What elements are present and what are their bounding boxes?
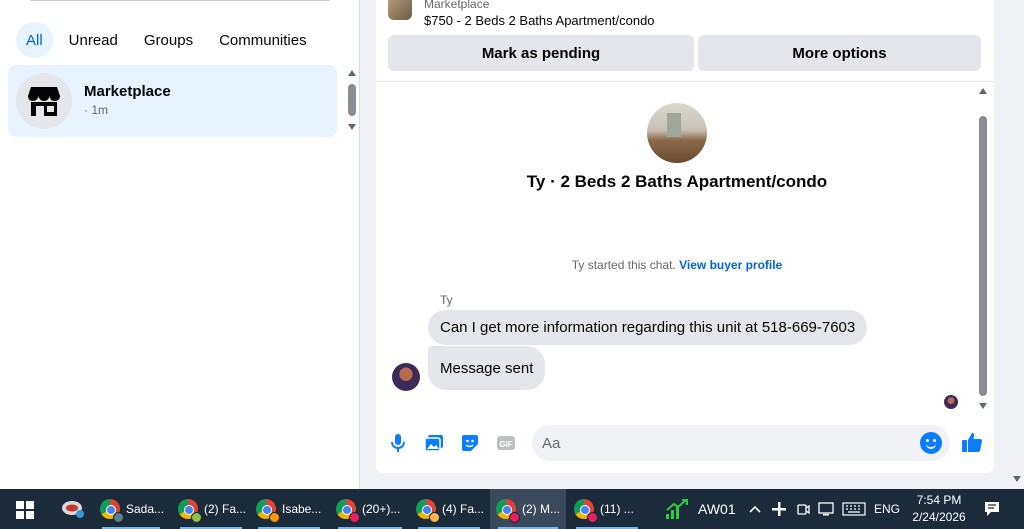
pinned-app-icon[interactable] xyxy=(54,489,92,529)
divider xyxy=(376,81,994,82)
sticker-icon[interactable] xyxy=(459,432,481,454)
taskbar-label: (4) Fa... xyxy=(442,502,485,516)
scroll-up-icon[interactable] xyxy=(979,88,987,94)
scroll-thumb[interactable] xyxy=(348,84,356,116)
taskbar-item-chrome[interactable]: Sada... xyxy=(94,489,168,529)
thread-name: Marketplace xyxy=(84,83,171,100)
conversation-list-panel: All Unread Groups Communities Marketplac… xyxy=(0,0,360,489)
messenger-app: All Unread Groups Communities Marketplac… xyxy=(0,0,1024,489)
listing-photo xyxy=(647,103,707,163)
gif-icon[interactable]: GIF xyxy=(495,432,517,454)
notifications-icon[interactable] xyxy=(980,489,1004,529)
chrome-icon xyxy=(416,499,440,523)
svg-text:GIF: GIF xyxy=(499,440,512,449)
chrome-icon xyxy=(336,499,360,523)
filter-all[interactable]: All xyxy=(16,22,53,58)
scroll-thumb[interactable] xyxy=(979,116,987,396)
clock-date: 2/24/2026 xyxy=(912,510,966,524)
chrome-icon xyxy=(100,499,124,523)
taskbar-item-chrome-active[interactable]: (2) M... xyxy=(490,489,566,529)
view-buyer-profile-link[interactable]: View buyer profile xyxy=(679,258,782,272)
chevron-up-icon[interactable] xyxy=(746,489,764,529)
taskbar-item-chrome[interactable]: (11) ... xyxy=(568,489,646,529)
page-scroll-down-icon[interactable] xyxy=(1013,476,1021,482)
scroll-down-icon[interactable] xyxy=(979,403,987,409)
listing-source: Marketplace xyxy=(424,0,490,11)
divider xyxy=(30,0,330,1)
chrome-icon xyxy=(496,499,520,523)
windows-start-icon[interactable] xyxy=(8,497,42,523)
scroll-down-icon[interactable] xyxy=(348,124,356,130)
taskbar-label: Isabe... xyxy=(282,502,322,516)
chat-title: Ty · 2 Beds 2 Baths Apartment/condo xyxy=(526,172,828,191)
language-indicator[interactable]: ENG xyxy=(872,489,902,529)
filter-unread[interactable]: Unread xyxy=(59,22,128,58)
taskbar-label: Sada... xyxy=(126,502,165,516)
store-icon xyxy=(16,73,72,129)
message-bubble[interactable]: Can I get more information regarding thi… xyxy=(428,310,868,345)
taskbar-item-aw01[interactable]: AW01 xyxy=(658,489,738,529)
thread-marketplace[interactable]: Marketplace · 1m xyxy=(8,65,337,137)
taskbar-item-chrome[interactable]: Isabe... xyxy=(250,489,328,529)
more-options-button[interactable]: More options xyxy=(698,35,981,71)
image-icon[interactable] xyxy=(423,432,445,454)
filter-communities[interactable]: Communities xyxy=(209,22,317,58)
taskbar-label: (20+)... xyxy=(362,502,401,516)
message-input[interactable] xyxy=(542,425,902,461)
listing-thumbnail xyxy=(388,0,412,20)
scroll-up-icon[interactable] xyxy=(348,70,356,76)
system-clock[interactable]: 7:54 PM 2/24/2026 xyxy=(900,492,978,526)
microphone-icon[interactable] xyxy=(387,432,409,454)
stock-chart-icon xyxy=(666,499,688,519)
message-input-container xyxy=(532,425,950,461)
plus-icon[interactable] xyxy=(768,489,790,529)
system-text: Ty started this chat. xyxy=(571,258,676,272)
seen-indicator-avatar xyxy=(944,395,958,409)
clock-time: 7:54 PM xyxy=(916,493,962,507)
taskbar-label: (11) ... xyxy=(600,502,634,516)
message-bubble[interactable]: Message sent xyxy=(428,346,546,390)
filter-tabs: All Unread Groups Communities xyxy=(16,22,317,58)
taskbar-item-chrome[interactable]: (20+)... xyxy=(330,489,410,529)
chrome-icon xyxy=(574,499,598,523)
taskbar-item-chrome[interactable]: (2) Fa... xyxy=(172,489,250,529)
listing-title: $750 - 2 Beds 2 Baths Apartment/condo xyxy=(424,13,655,28)
message-composer: GIF xyxy=(376,424,994,462)
sender-avatar[interactable] xyxy=(392,363,420,391)
taskbar-label: (2) M... xyxy=(522,502,560,516)
mark-pending-button[interactable]: Mark as pending xyxy=(388,35,694,71)
chat-panel: Marketplace $750 - 2 Beds 2 Baths Apartm… xyxy=(376,0,994,473)
listing-header[interactable]: Marketplace $750 - 2 Beds 2 Baths Apartm… xyxy=(376,0,994,32)
chrome-icon xyxy=(256,499,280,523)
meet-now-icon[interactable] xyxy=(792,489,814,529)
list-scrollbar[interactable] xyxy=(345,68,357,132)
like-icon[interactable] xyxy=(960,430,984,454)
taskbar-label: (2) Fa... xyxy=(204,502,247,516)
windows-taskbar: Sada... (2) Fa... Isabe... (20+)... (4) … xyxy=(0,489,1024,529)
sender-name: Ty xyxy=(440,293,453,307)
keyboard-icon[interactable] xyxy=(840,489,868,529)
emoji-icon[interactable] xyxy=(920,432,942,454)
chat-scrollbar[interactable] xyxy=(976,86,990,411)
thread-time: · 1m xyxy=(84,103,108,117)
chrome-icon xyxy=(178,499,202,523)
network-icon[interactable] xyxy=(816,489,838,529)
taskbar-label: AW01 xyxy=(698,501,736,517)
system-message: Ty started this chat. View buyer profile xyxy=(376,258,978,272)
taskbar-item-chrome[interactable]: (4) Fa... xyxy=(410,489,488,529)
filter-groups[interactable]: Groups xyxy=(134,22,203,58)
